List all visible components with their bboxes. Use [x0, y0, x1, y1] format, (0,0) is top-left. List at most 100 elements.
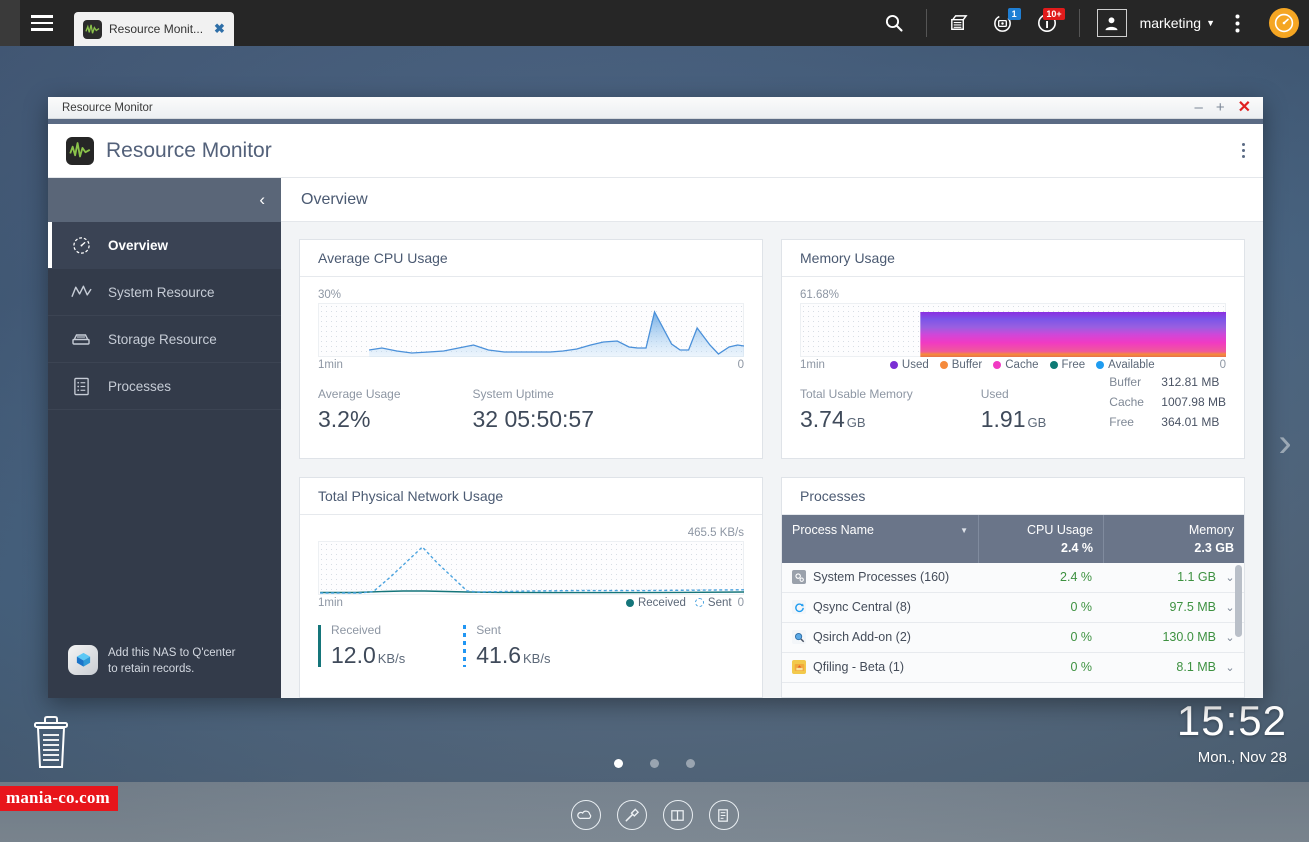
process-name-cell: Qfiling - Beta (1): [782, 660, 979, 674]
notification-badge: 10+: [1043, 8, 1064, 20]
card-body: 465.5 KB/s 1min Received: [300, 515, 762, 698]
close-icon[interactable]: ✖: [214, 21, 225, 37]
sidebar-item-label: System Resource: [108, 285, 215, 300]
process-name-label: System Processes (160): [813, 570, 949, 584]
table-row[interactable]: Qfiling - Beta (1) 0 % 8.1 MB ⌄: [782, 653, 1244, 683]
network-x-left-label: 1min: [318, 597, 343, 609]
network-legend: Received Sent: [343, 597, 738, 609]
page-dot-2[interactable]: [650, 759, 659, 768]
column-cpu-usage[interactable]: CPU Usage 2.4 %: [979, 515, 1104, 563]
app-options-icon[interactable]: [1242, 143, 1245, 158]
cpu-stats: Average Usage 3.2% System Uptime 32 05:5…: [318, 387, 744, 433]
book-help-icon[interactable]: [663, 800, 693, 830]
sidebar-item-label: Processes: [108, 379, 171, 394]
storage-drive-icon: [70, 330, 92, 348]
avatar: [1097, 9, 1127, 37]
network-chart: [318, 541, 744, 595]
cards-grid: Average CPU Usage 30%: [281, 222, 1263, 698]
sidebar-item-processes[interactable]: Processes: [48, 363, 281, 410]
cpu-axis: 1min 0: [318, 359, 744, 371]
sidebar-item-system-resource[interactable]: System Resource: [48, 269, 281, 316]
card-average-cpu-usage: Average CPU Usage 30%: [299, 239, 763, 459]
user-avatar-icon[interactable]: [1090, 0, 1134, 46]
legend-label: Available: [1108, 359, 1154, 371]
desktop-page-dots: [0, 759, 1309, 768]
card-title: Processes: [782, 478, 1244, 515]
hammer-tools-icon[interactable]: [617, 800, 647, 830]
minimize-button[interactable]: –: [1194, 100, 1202, 115]
table-row[interactable]: Qsirch Add-on (2) 0 % 130.0 MB ⌄: [782, 623, 1244, 653]
network-x-right-label: 0: [738, 597, 744, 609]
process-table-scrollbar[interactable]: [1235, 565, 1242, 637]
detail-key: Free: [1109, 413, 1161, 433]
resource-monitor-icon: [83, 20, 102, 39]
process-name-cell: Qsync Central (8): [782, 600, 979, 614]
process-name-cell: System Processes (160): [782, 570, 979, 584]
promo-line-2: to retain records.: [108, 663, 194, 675]
legend-label: Buffer: [952, 359, 982, 371]
app-body: ‹ Overview System Reso: [48, 178, 1263, 698]
chevron-down-icon[interactable]: ▼: [1206, 18, 1215, 28]
qcenter-promo[interactable]: Add this NAS to Q'center to retain recor…: [48, 645, 281, 678]
stat-received: Received 12.0KB/s: [318, 623, 405, 669]
legend-free: Free: [1050, 359, 1086, 371]
page-dot-1[interactable]: [614, 759, 623, 768]
expand-row-icon[interactable]: ⌄: [1216, 661, 1244, 674]
memory-x-left-label: 1min: [800, 359, 825, 371]
user-name-label[interactable]: marketing: [1140, 15, 1201, 31]
sidebar-item-label: Storage Resource: [108, 332, 217, 347]
external-device-badge: 1: [1008, 8, 1021, 20]
resource-monitor-window: Resource Monitor – + ✕ Resource Monitor …: [48, 97, 1263, 698]
chevron-left-icon: ‹: [259, 190, 265, 210]
dashboard-gauge-icon[interactable]: [1269, 8, 1299, 38]
column-label: Memory: [1189, 523, 1234, 537]
memory-details: Buffer 312.81 MB Cache 1007.98 MB Free 3…: [1109, 373, 1226, 432]
hamburger-icon[interactable]: [20, 0, 64, 46]
notes-edit-icon[interactable]: [709, 800, 739, 830]
legend-label: Free: [1062, 359, 1086, 371]
kebab-menu-icon[interactable]: [1215, 0, 1259, 46]
qcloud-icon[interactable]: [571, 800, 601, 830]
page-dot-3[interactable]: [686, 759, 695, 768]
watermark-label: mania-co.com: [0, 786, 118, 811]
external-device-icon[interactable]: 1: [981, 0, 1025, 46]
line-chart-icon: [70, 283, 92, 301]
topbar-right-group: 1 10+ marketing ▼: [872, 0, 1309, 46]
sidebar-collapse-button[interactable]: ‹: [48, 178, 281, 222]
notification-info-icon[interactable]: 10+: [1025, 0, 1069, 46]
cpu-y-max-label: 30%: [318, 289, 744, 301]
detail-key: Cache: [1109, 393, 1161, 413]
sidebar-item-storage-resource[interactable]: Storage Resource: [48, 316, 281, 363]
next-page-arrow[interactable]: ›: [1271, 415, 1299, 471]
network-stats: Received 12.0KB/s Sent 41.6KB/s: [318, 623, 744, 669]
clock-date: Mon., Nov 28: [1177, 749, 1287, 766]
sort-descending-icon[interactable]: ▼: [960, 526, 968, 535]
process-memory-cell: 97.5 MB: [1104, 600, 1216, 614]
table-row[interactable]: Qsync Central (8) 0 % 97.5 MB ⌄: [782, 593, 1244, 623]
window-titlebar[interactable]: Resource Monitor – + ✕: [48, 97, 1263, 119]
stat-label: Average Usage: [318, 387, 401, 401]
card-body: Process Name ▼ CPU Usage 2.4 % Memory 2.…: [782, 515, 1244, 698]
close-button[interactable]: ✕: [1238, 100, 1251, 116]
detail-key: Buffer: [1109, 373, 1161, 393]
process-name-label: Qsync Central (8): [813, 600, 911, 614]
maximize-button[interactable]: +: [1216, 100, 1225, 115]
table-row[interactable]: System Processes (160) 2.4 % 1.1 GB ⌄: [782, 563, 1244, 593]
tab-label: Resource Monit...: [109, 22, 203, 36]
search-globe-icon: [792, 630, 806, 644]
card-title: Memory Usage: [782, 240, 1244, 277]
column-label: Process Name: [792, 523, 968, 537]
stat-used: Used 1.91GB: [981, 387, 1047, 433]
background-tasks-icon[interactable]: [937, 0, 981, 46]
legend-received: Received: [626, 597, 686, 609]
sidebar-item-overview[interactable]: Overview: [48, 222, 281, 269]
taskbar-tab-resource-monitor[interactable]: Resource Monit... ✖: [74, 12, 234, 46]
column-subtotal: 2.4 %: [1061, 541, 1093, 555]
search-icon[interactable]: [872, 0, 916, 46]
stat-label: Received: [331, 623, 405, 637]
column-process-name[interactable]: Process Name ▼: [782, 515, 979, 563]
column-memory[interactable]: Memory 2.3 GB: [1104, 515, 1244, 563]
received-color-bar: [318, 625, 321, 667]
gauge-icon: [70, 236, 92, 255]
memory-chart: [800, 303, 1226, 357]
